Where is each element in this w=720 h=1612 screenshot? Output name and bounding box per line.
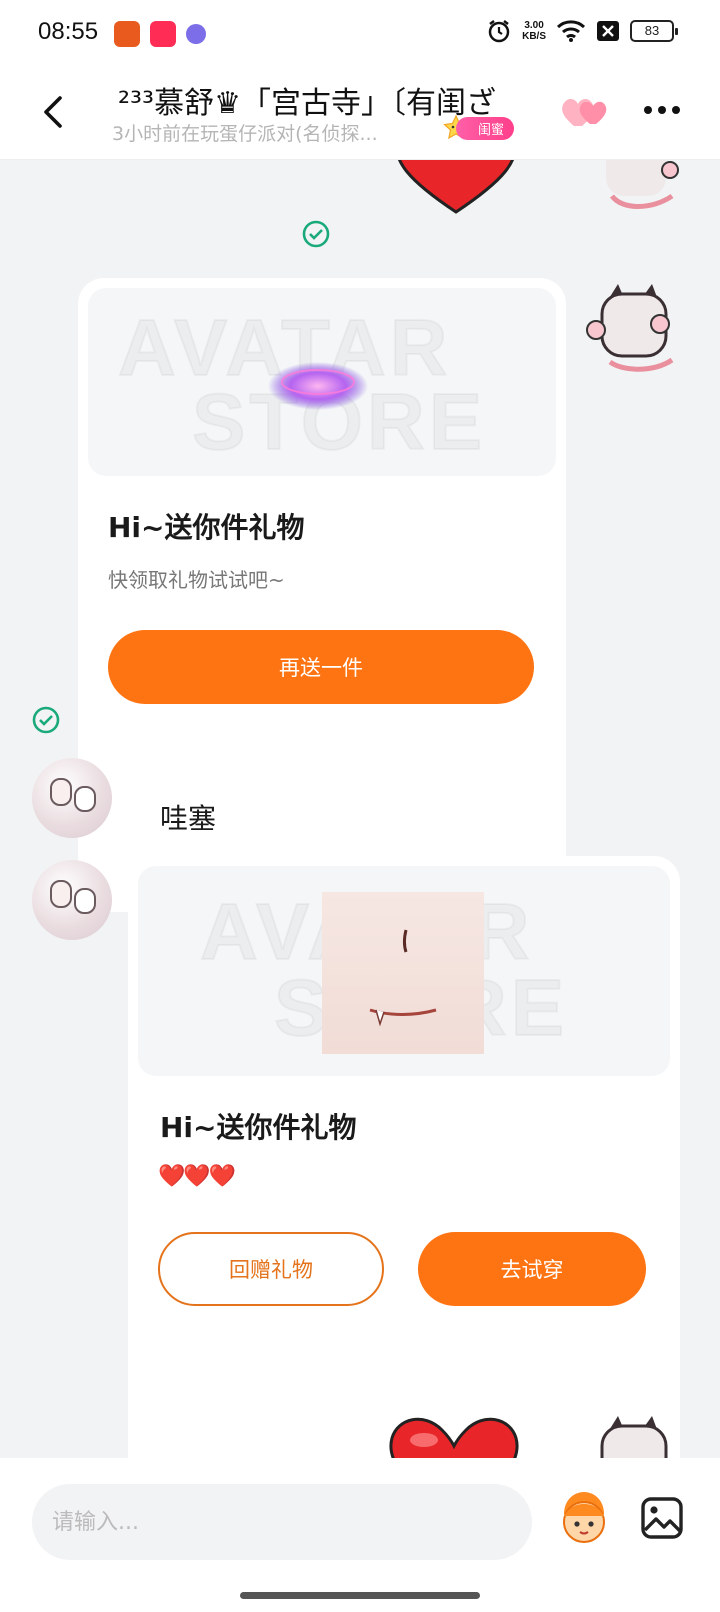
app-notification-icon-2: [150, 21, 176, 47]
home-indicator[interactable]: [240, 1592, 480, 1599]
heart-sticker: [389, 1417, 519, 1458]
battery-indicator: 83: [630, 20, 678, 42]
app-notification-icon-1: [114, 21, 140, 47]
avatar-emoji-icon[interactable]: [554, 1488, 614, 1548]
friend-avatar[interactable]: [32, 860, 112, 940]
gift-card-title: Hi~送你件礼物: [160, 1111, 357, 1144]
status-bar: 08:55 3.00 KB/S 83: [0, 0, 720, 66]
message-input[interactable]: [32, 1484, 532, 1560]
hearts-row: ❤️❤️❤️: [158, 1164, 236, 1189]
send-another-button[interactable]: 再送一件: [108, 630, 534, 704]
double-heart-icon[interactable]: [560, 94, 608, 130]
gift-card-subtitle: 快领取礼物试试吧~: [108, 568, 285, 592]
friend-avatar[interactable]: [32, 758, 112, 838]
gift-card-title: Hi~送你件礼物: [108, 511, 305, 544]
check-circle-icon: [302, 220, 330, 248]
heart-sticker: [398, 160, 514, 214]
message-bubble: 哇塞: [128, 778, 248, 856]
back-arrow-icon[interactable]: [38, 92, 70, 132]
cat-avatar-top: [606, 160, 679, 209]
app-notification-icon-3: [186, 24, 206, 44]
badge-label: 闺蜜: [456, 116, 515, 140]
gift-face-item: [322, 892, 484, 1054]
gift-halo-item: [268, 362, 368, 410]
gift-preview-image: AVATAR STORE: [138, 866, 670, 1076]
chat-header: ²³³慕舒♛「宫古寺」〔有闺ざ 3小时前在玩蛋仔派对(名侦探... 闺蜜: [0, 66, 720, 160]
check-circle-icon: [32, 706, 60, 734]
cat-avatar: [600, 1416, 668, 1458]
wifi-icon: [556, 20, 586, 42]
network-speed: 3.00 KB/S: [522, 20, 546, 42]
gift-preview-image: AVATAR STORE: [88, 288, 556, 476]
alarm-icon: [488, 20, 510, 43]
gift-card-received[interactable]: AVATAR STORE Hi~送你件礼物 ❤️❤️❤️ 回赠礼物 去试穿: [128, 856, 680, 1458]
status-time: 08:55: [38, 18, 99, 45]
sim-off-icon: [597, 21, 619, 41]
chat-status-subtitle: 3小时前在玩蛋仔派对(名侦探...: [112, 123, 378, 145]
relationship-badge[interactable]: 闺蜜: [442, 114, 515, 142]
image-picker-icon[interactable]: [640, 1496, 684, 1540]
input-bar: [0, 1458, 720, 1612]
cat-avatar: [586, 284, 674, 372]
chat-messages: AVATAR STORE Hi~送你件礼物 快领取礼物试试吧~ 再送一件 哇塞 …: [0, 160, 720, 1458]
try-on-button[interactable]: 去试穿: [418, 1232, 646, 1306]
return-gift-button[interactable]: 回赠礼物: [158, 1232, 384, 1306]
more-dots-icon[interactable]: [644, 106, 680, 114]
